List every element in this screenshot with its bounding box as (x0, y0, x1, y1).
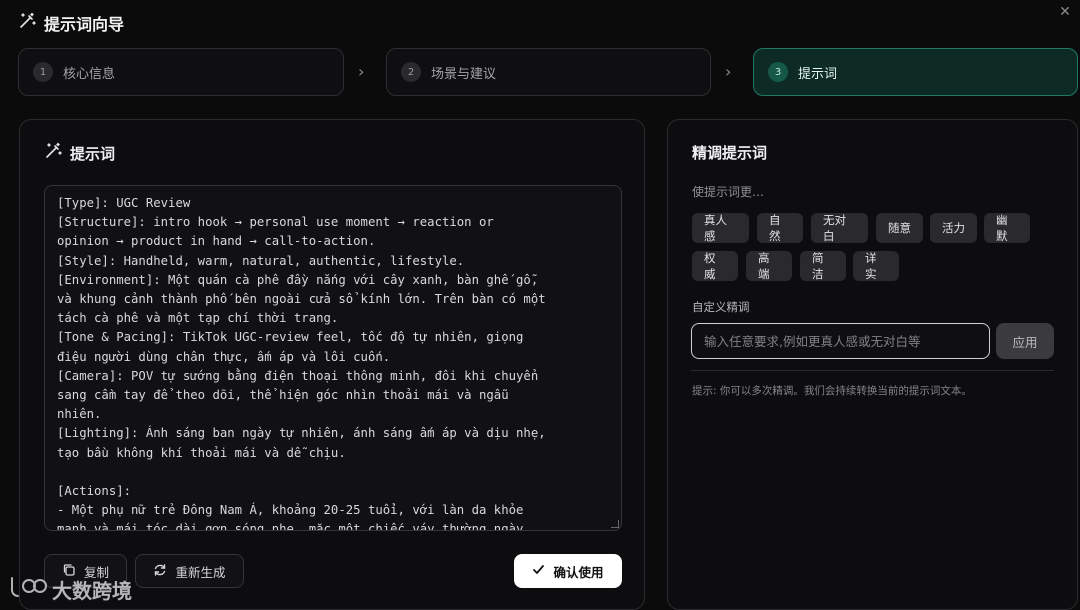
refine-panel: 精调提示词 使提示词更… 真人感 自然 无对白 随意 活力 幽默 权威 高端 简… (667, 119, 1078, 610)
watermark: 大数跨境 (8, 574, 132, 604)
refine-subtitle: 使提示词更… (692, 185, 765, 199)
refine-panel-title: 精调提示词 (692, 144, 768, 162)
prompt-panel: 提示词 [Type]: UGC Review [Structure]: intr… (19, 119, 645, 610)
chip-concise[interactable]: 简洁 (800, 251, 846, 281)
dialog-title: 提示词向导 (44, 15, 125, 34)
step-number: 1 (33, 62, 53, 82)
chevron-right-icon: › (358, 62, 365, 81)
step-number: 3 (768, 62, 788, 82)
confirm-use-label: 确认使用 (553, 564, 604, 580)
apply-button[interactable]: 应用 (996, 323, 1054, 359)
watermark-logo-icon (8, 574, 48, 604)
check-icon (532, 563, 545, 579)
chip-casual[interactable]: 随意 (876, 213, 923, 243)
refine-hint: 提示: 你可以多次精调。我们会持续转换当前的提示词文本。 (692, 385, 972, 397)
step-label: 场景与建议 (431, 66, 497, 82)
step-prompt[interactable]: 3 提示词 (753, 48, 1078, 96)
magic-wand-icon (18, 12, 36, 34)
chip-energetic[interactable]: 活力 (930, 213, 977, 243)
resize-handle[interactable] (611, 520, 619, 528)
prompt-panel-header: 提示词 (44, 142, 115, 164)
custom-refine-input[interactable] (691, 323, 990, 359)
step-scene-suggestions[interactable]: 2 场景与建议 (386, 48, 711, 96)
divider (691, 370, 1054, 371)
chip-realistic[interactable]: 真人感 (692, 213, 749, 243)
close-icon[interactable]: ✕ (1056, 3, 1074, 21)
magic-wand-icon (44, 142, 62, 164)
regenerate-button[interactable]: 重新生成 (135, 554, 244, 588)
watermark-text: 大数跨境 (52, 578, 132, 603)
prompt-textarea[interactable]: [Type]: UGC Review [Structure]: intro ho… (44, 185, 622, 531)
prompt-panel-title: 提示词 (70, 144, 116, 163)
regenerate-label: 重新生成 (175, 564, 226, 580)
refresh-icon (153, 563, 167, 580)
step-label: 核心信息 (63, 66, 116, 82)
step-label: 提示词 (798, 66, 838, 82)
chip-premium[interactable]: 高端 (746, 251, 792, 281)
chip-authoritative[interactable]: 权威 (692, 251, 738, 281)
confirm-use-button[interactable]: 确认使用 (514, 554, 622, 588)
chevron-right-icon: › (725, 62, 732, 81)
chip-no-dialogue[interactable]: 无对白 (811, 213, 868, 243)
chip-humorous[interactable]: 幽默 (984, 213, 1030, 243)
step-core-info[interactable]: 1 核心信息 (18, 48, 344, 96)
custom-refine-label: 自定义精调 (692, 300, 750, 314)
step-number: 2 (401, 62, 421, 82)
chip-detailed[interactable]: 详实 (853, 251, 899, 281)
dialog-header: 提示词向导 (18, 10, 124, 36)
prompt-text[interactable]: [Type]: UGC Review [Structure]: intro ho… (45, 186, 621, 530)
chip-natural[interactable]: 自然 (757, 213, 803, 243)
stepper: 1 核心信息 › 2 场景与建议 › 3 提示词 (18, 48, 1078, 96)
